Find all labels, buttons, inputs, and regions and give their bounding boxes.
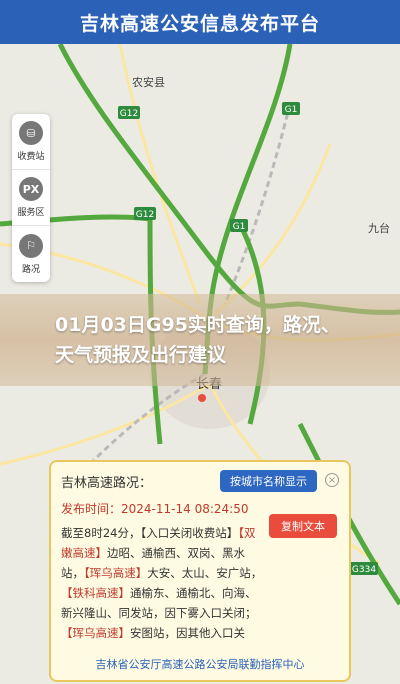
publish-time-label: 发布时间： — [61, 502, 122, 516]
banner-title: 01月03日G95实时查询，路况、天气预报及出行建议 — [55, 314, 340, 366]
close-icon[interactable]: × — [325, 473, 339, 487]
overlay-banner: 01月03日G95实时查询，路况、天气预报及出行建议 — [0, 294, 400, 386]
g1-label: G1 — [285, 105, 298, 115]
tool-road-condition[interactable]: ⚐ 路况 — [12, 226, 50, 282]
body-text: 【入口关闭收费站】 — [140, 526, 239, 540]
copy-text-button[interactable]: 复制文本 — [269, 514, 337, 538]
traffic-info-card: 吉林高速路况： 按城市名称显示 × 发布时间：2024-11-14 08:24:… — [49, 460, 351, 682]
jiutai-label: 九台 — [368, 221, 390, 235]
tool-label: 服务区 — [17, 208, 45, 218]
g12-shield-b: G12 — [134, 207, 156, 220]
g12-label: G12 — [120, 109, 138, 119]
tool-toll-station[interactable]: ⛁ 收费站 — [12, 114, 50, 170]
tool-service-area[interactable]: PX 服务区 — [12, 170, 50, 226]
city-filter-button[interactable]: 按城市名称显示 — [220, 470, 317, 492]
card-footer: 吉林省公安厅高速公路公安局联勤指挥中心 — [95, 658, 305, 671]
card-body: 截至8时24分，【入口关闭收费站】【双嫩高速】边昭、通榆西、双岗、黑水站，【珲乌… — [61, 523, 265, 643]
toll-station-icon: ⛁ — [19, 121, 43, 145]
body-text: 安图站，因其他入口关 — [130, 626, 245, 640]
g12-label-b: G12 — [136, 210, 154, 220]
card-title: 吉林高速路况： — [61, 475, 153, 491]
city-marker — [198, 394, 206, 402]
g1-shield-b: G1 — [230, 219, 248, 232]
publish-time-value: 2024-11-14 08:24:50 — [121, 502, 249, 516]
g1-label-b: G1 — [233, 222, 246, 232]
app-header: 吉林高速公安信息发布平台 — [0, 0, 400, 44]
g334-label: G334 — [352, 565, 376, 575]
body-text: 截至8时24分， — [61, 526, 141, 540]
page-title: 吉林高速公安信息发布平台 — [79, 12, 320, 35]
g334-shield: G334 — [350, 562, 378, 575]
card-header: 吉林高速路况： 按城市名称显示 — [61, 470, 339, 492]
g1-shield: G1 — [282, 102, 300, 115]
g12-shield: G12 — [118, 106, 140, 119]
tool-label: 路况 — [21, 264, 40, 275]
tool-label: 收费站 — [17, 152, 45, 162]
nongan-label: 农安县 — [132, 75, 165, 89]
map-toolbar: ⛁ 收费站 PX 服务区 ⚐ 路况 — [12, 114, 50, 282]
body-highway: 【铁科高速】 — [61, 586, 130, 600]
service-area-icon: PX — [19, 177, 43, 201]
body-text: 大安、太山、安广站， — [147, 566, 263, 580]
body-highway: 【珲乌高速】 — [61, 626, 130, 640]
body-highway: 【珲乌高速】 — [84, 566, 148, 580]
road-condition-icon: ⚐ — [19, 233, 43, 258]
